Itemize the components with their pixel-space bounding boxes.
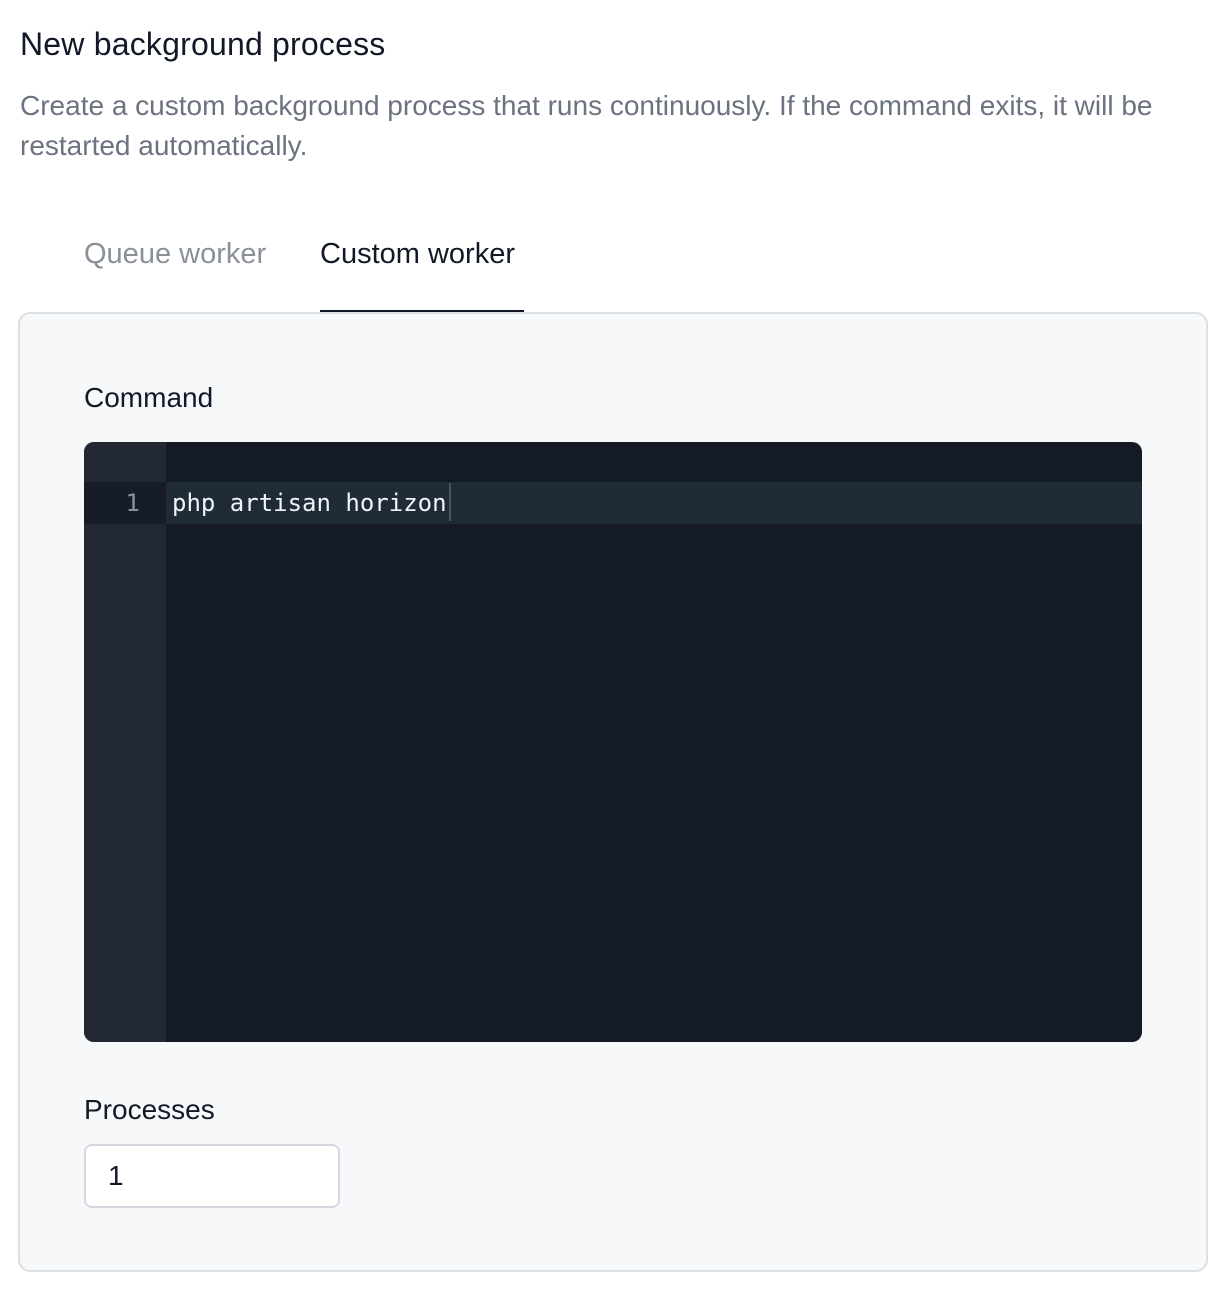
command-label: Command <box>84 382 214 413</box>
tab-queue-worker[interactable]: Queue worker <box>84 214 266 314</box>
page-description: Create a custom background process that … <box>20 90 1153 161</box>
worker-type-tabs: Queue worker Custom worker <box>20 214 1208 314</box>
command-text: php artisan horizon <box>172 489 447 517</box>
page-title: New background process <box>20 26 386 62</box>
editor-gutter <box>84 442 166 1042</box>
new-background-process-page: New background process Create a custom b… <box>0 0 1232 1290</box>
processes-input[interactable] <box>84 1144 340 1208</box>
processes-label: Processes <box>84 1094 215 1125</box>
line-number: 1 <box>125 489 140 517</box>
command-editor[interactable]: 1 php artisan horizon <box>84 442 1142 1042</box>
code-line[interactable]: php artisan horizon <box>172 482 451 524</box>
tab-custom-worker[interactable]: Custom worker <box>320 214 524 314</box>
custom-worker-form-card: Command 1 php artisan horizon Processes <box>18 312 1208 1272</box>
text-cursor <box>448 483 451 521</box>
